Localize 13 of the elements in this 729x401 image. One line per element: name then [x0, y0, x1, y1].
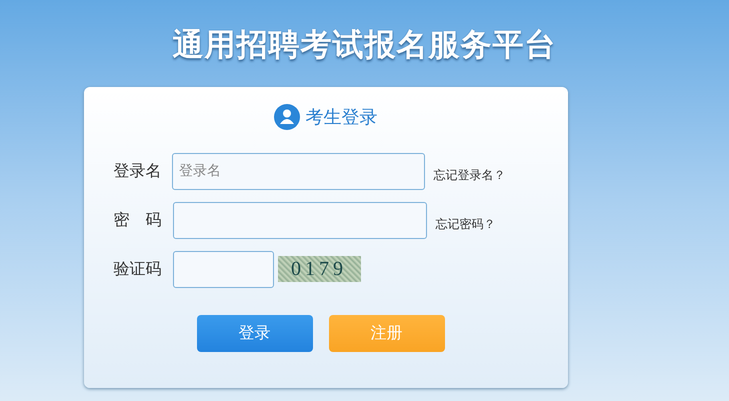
- input-field[interactable]: [172, 250, 274, 288]
- card-heading: 考生登录: [306, 106, 378, 130]
- forgot-link[interactable]: 忘记登录名？: [434, 166, 506, 184]
- forgot-link[interactable]: 忘记密码？: [436, 215, 496, 233]
- input-field[interactable]: 登录名: [172, 152, 424, 190]
- input-field[interactable]: [172, 202, 426, 238]
- captcha-image[interactable]: 0179: [278, 256, 360, 282]
- user-icon: [274, 104, 300, 130]
- field-label: 验证码: [114, 258, 162, 280]
- page-title: 通用招聘考试报名服务平台: [172, 26, 556, 65]
- field-label: 登录名: [114, 160, 162, 182]
- field-label: 密 码: [114, 209, 162, 231]
- login-button[interactable]: 登录: [196, 314, 312, 352]
